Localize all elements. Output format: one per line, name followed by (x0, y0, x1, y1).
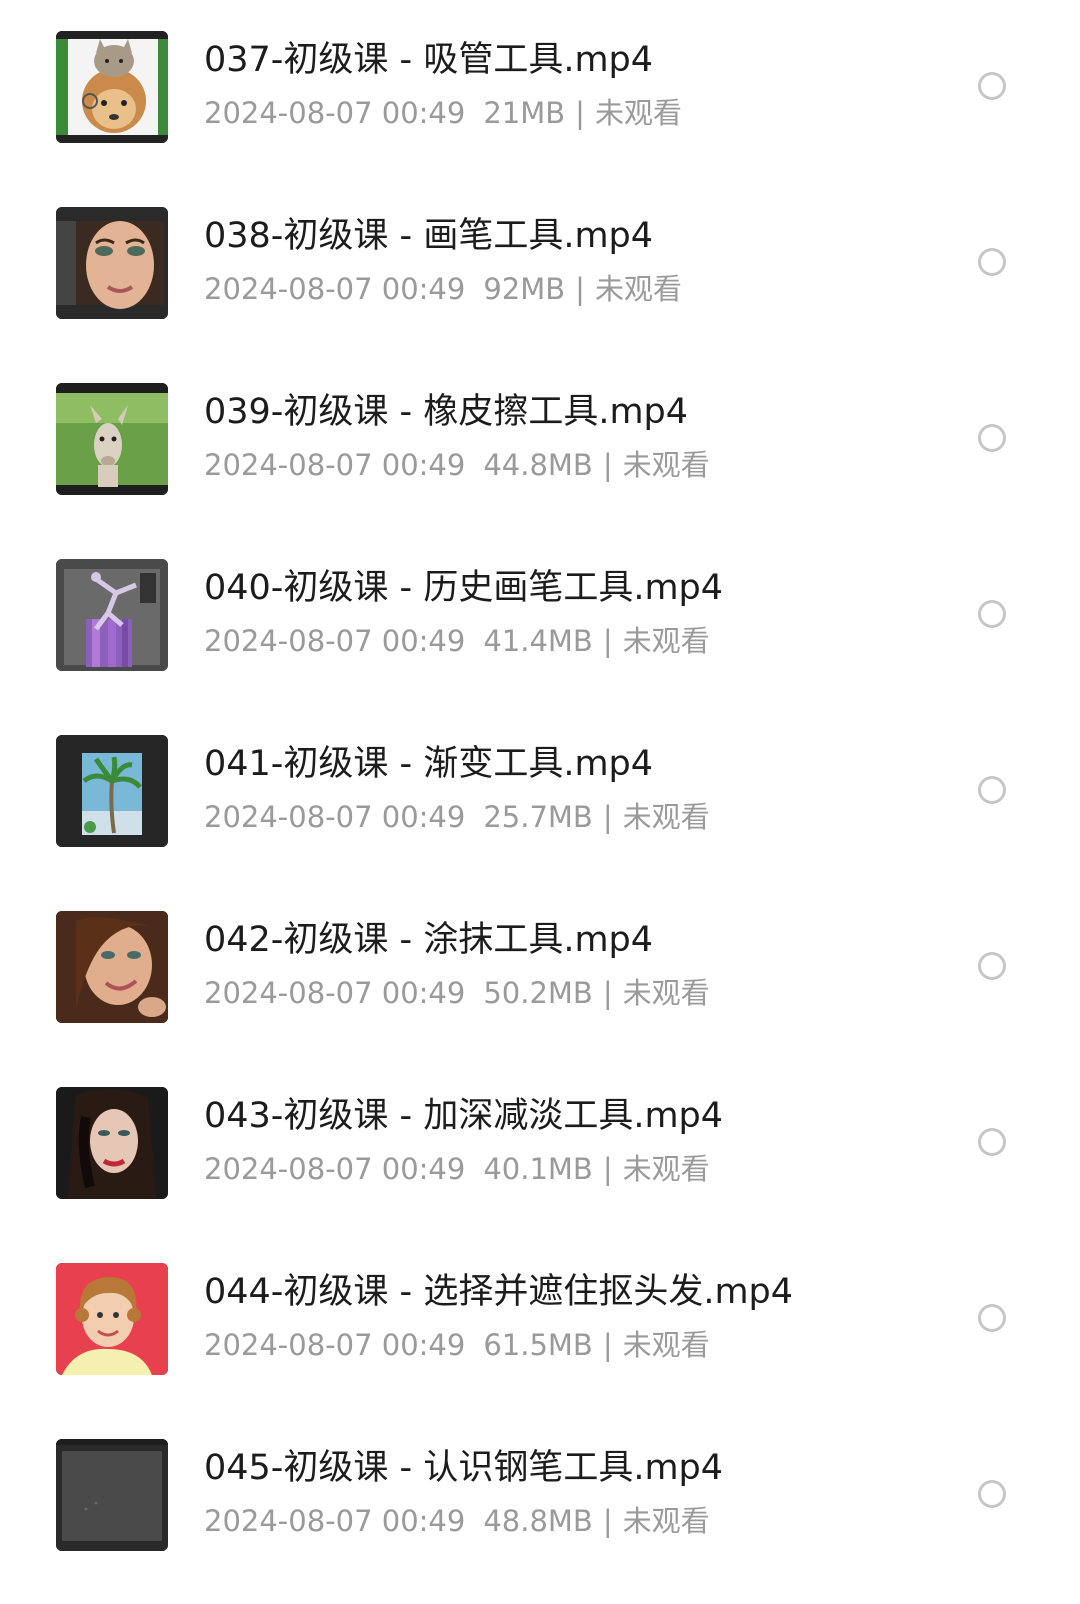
meta-separator: | (602, 1152, 613, 1186)
select-radio-button[interactable] (978, 600, 1006, 628)
file-list-item[interactable]: 044-初级课 - 选择并遮住抠头发.mp4 2024-08-07 00:49 61… (0, 1230, 1080, 1406)
file-date: 2024-08-07 00:49 (204, 624, 466, 658)
meta-separator: | (602, 1504, 613, 1538)
file-list-item[interactable]: 040-初级课 - 历史画笔工具.mp4 2024-08-07 00:49 41.4… (0, 526, 1080, 702)
watch-status: 未观看 (622, 800, 710, 834)
watch-status: 未观看 (622, 976, 710, 1010)
select-radio-button[interactable] (978, 72, 1006, 100)
file-list-item[interactable]: 045-初级课 - 认识钢笔工具.mp4 2024-08-07 00:49 48.8… (0, 1406, 1080, 1582)
select-radio-button[interactable] (978, 952, 1006, 980)
file-list-item[interactable]: 041-初级课 - 渐变工具.mp4 2024-08-07 00:49 25.7MB… (0, 702, 1080, 878)
file-meta: 2024-08-07 00:49 61.5MB | 未观看 (204, 1326, 710, 1364)
select-radio-button[interactable] (978, 776, 1006, 804)
watch-status: 未观看 (594, 96, 682, 130)
file-title: 040-初级课 - 历史画笔工具.mp4 (204, 568, 724, 608)
meta-separator: | (602, 448, 613, 482)
file-meta: 2024-08-07 00:49 92MB | 未观看 (204, 270, 682, 308)
dark-canvas-thumbnail-icon[interactable] (56, 1439, 168, 1551)
watch-status: 未观看 (622, 1152, 710, 1186)
select-radio-button[interactable] (978, 1128, 1006, 1156)
file-size: 48.8MB (483, 1504, 593, 1538)
watch-status: 未观看 (622, 1328, 710, 1362)
file-meta: 2024-08-07 00:49 50.2MB | 未观看 (204, 974, 710, 1012)
file-list-item[interactable]: 039-初级课 - 橡皮擦工具.mp4 2024-08-07 00:49 44.8M… (0, 350, 1080, 526)
palm-tree-thumbnail-icon[interactable] (56, 735, 168, 847)
meta-separator: | (575, 96, 585, 130)
file-list-item[interactable]: 043-初级课 - 加深减淡工具.mp4 2024-08-07 00:49 40.1… (0, 1054, 1080, 1230)
select-radio-button[interactable] (978, 1304, 1006, 1332)
meta-separator: | (602, 800, 613, 834)
dark-hair-woman-thumbnail-icon[interactable] (56, 1087, 168, 1199)
meta-separator: | (602, 976, 613, 1010)
file-date: 2024-08-07 00:49 (204, 1328, 466, 1362)
file-meta: 2024-08-07 00:49 21MB | 未观看 (204, 94, 682, 132)
file-date: 2024-08-07 00:49 (204, 800, 466, 834)
file-title: 038-初级课 - 画笔工具.mp4 (204, 216, 654, 256)
file-date: 2024-08-07 00:49 (204, 448, 466, 482)
child-red-background-thumbnail-icon[interactable] (56, 1263, 168, 1375)
alpaca-thumbnail-icon[interactable] (56, 383, 168, 495)
file-date: 2024-08-07 00:49 (204, 976, 466, 1010)
file-title: 042-初级课 - 涂抹工具.mp4 (204, 920, 654, 960)
file-date: 2024-08-07 00:49 (204, 272, 466, 306)
file-title: 044-初级课 - 选择并遮住抠头发.mp4 (204, 1272, 794, 1312)
file-list-item[interactable]: 037-初级课 - 吸管工具.mp4 2024-08-07 00:49 21MB | 未… (0, 0, 1080, 174)
file-size: 61.5MB (483, 1328, 593, 1362)
select-radio-button[interactable] (978, 1480, 1006, 1508)
watch-status: 未观看 (622, 624, 710, 658)
file-list-item[interactable]: 038-初级课 - 画笔工具.mp4 2024-08-07 00:49 92MB | 未… (0, 174, 1080, 350)
cat-dog-thumbnail-icon[interactable] (56, 31, 168, 143)
meta-separator: | (575, 272, 585, 306)
file-size: 50.2MB (483, 976, 593, 1010)
file-title: 045-初级课 - 认识钢笔工具.mp4 (204, 1448, 724, 1488)
watch-status: 未观看 (594, 272, 682, 306)
file-meta: 2024-08-07 00:49 41.4MB | 未观看 (204, 622, 710, 660)
file-meta: 2024-08-07 00:49 25.7MB | 未观看 (204, 798, 710, 836)
meta-separator: | (602, 624, 613, 658)
select-radio-button[interactable] (978, 248, 1006, 276)
file-size: 41.4MB (483, 624, 593, 658)
file-meta: 2024-08-07 00:49 40.1MB | 未观看 (204, 1150, 710, 1188)
file-date: 2024-08-07 00:49 (204, 1504, 466, 1538)
file-size: 92MB (483, 272, 566, 306)
select-radio-button[interactable] (978, 424, 1006, 452)
file-title: 039-初级课 - 橡皮擦工具.mp4 (204, 392, 689, 432)
watch-status: 未观看 (622, 1504, 710, 1538)
file-size: 21MB (483, 96, 566, 130)
file-title: 041-初级课 - 渐变工具.mp4 (204, 744, 654, 784)
file-meta: 2024-08-07 00:49 44.8MB | 未观看 (204, 446, 710, 484)
smiling-woman-thumbnail-icon[interactable] (56, 911, 168, 1023)
meta-separator: | (602, 1328, 613, 1362)
file-meta: 2024-08-07 00:49 48.8MB | 未观看 (204, 1502, 710, 1540)
file-date: 2024-08-07 00:49 (204, 96, 466, 130)
file-list-item[interactable]: 042-初级课 - 涂抹工具.mp4 2024-08-07 00:49 50.2MB… (0, 878, 1080, 1054)
file-title: 037-初级课 - 吸管工具.mp4 (204, 40, 654, 80)
file-title: 043-初级课 - 加深减淡工具.mp4 (204, 1096, 724, 1136)
woman-portrait-thumbnail-icon[interactable] (56, 207, 168, 319)
file-size: 44.8MB (483, 448, 593, 482)
file-size: 40.1MB (483, 1152, 593, 1186)
dancer-purple-thumbnail-icon[interactable] (56, 559, 168, 671)
file-size: 25.7MB (483, 800, 593, 834)
file-date: 2024-08-07 00:49 (204, 1152, 466, 1186)
watch-status: 未观看 (622, 448, 710, 482)
